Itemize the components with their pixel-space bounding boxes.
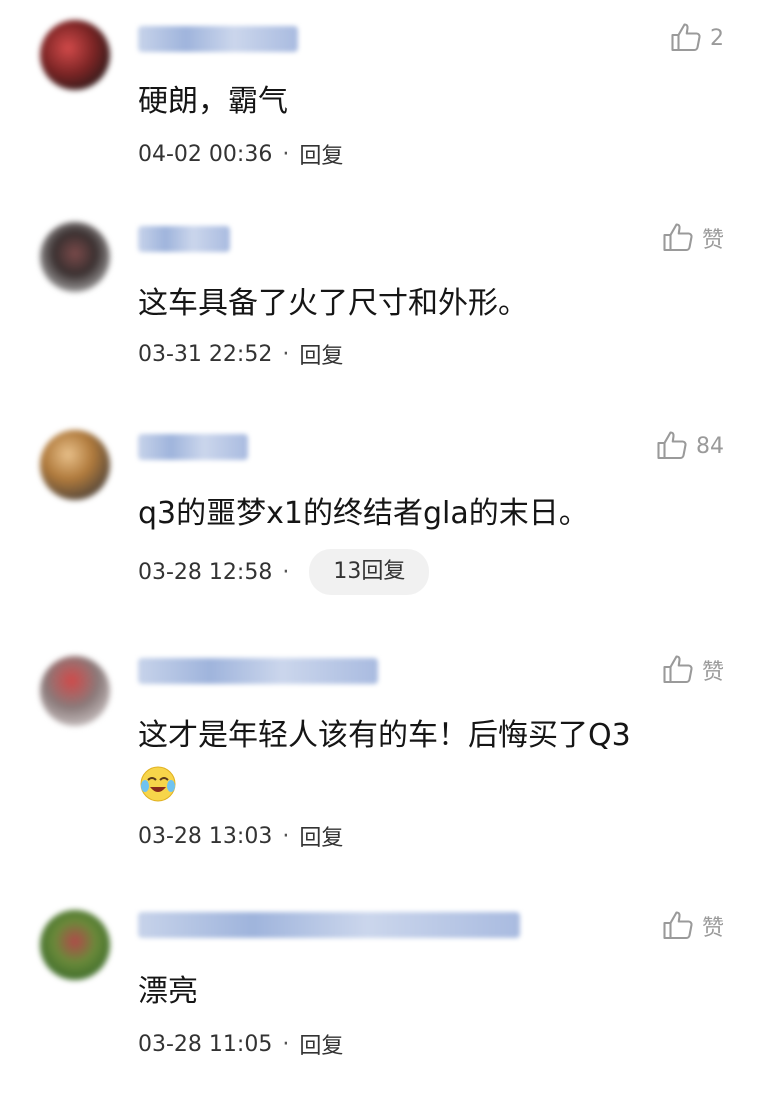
- avatar[interactable]: [40, 910, 110, 980]
- thumbs-up-icon: [671, 23, 701, 52]
- comment-text: 硬朗，霸气: [138, 84, 288, 119]
- separator-dot: ·: [282, 559, 290, 585]
- comment-time: 03-28 11:05: [138, 1031, 273, 1057]
- comment-time: 03-31 22:52: [138, 341, 273, 367]
- comment-item: 赞 这才是年轻人该有的车！后悔买了Q3 03-28 13:03 · 回复: [0, 640, 770, 880]
- avatar[interactable]: [40, 222, 110, 292]
- separator-dot: ·: [282, 341, 290, 367]
- comment-meta: 03-28 11:05 · 回复: [138, 1024, 343, 1064]
- username[interactable]: [138, 226, 230, 252]
- username[interactable]: [138, 434, 248, 460]
- comment-text: 这车具备了火了尺寸和外形。: [138, 286, 528, 321]
- like-button[interactable]: 赞: [660, 906, 724, 946]
- thumbs-up-icon: [663, 911, 693, 940]
- like-button[interactable]: 84: [654, 426, 724, 466]
- separator-dot: ·: [282, 1031, 290, 1057]
- comment-text: 这才是年轻人该有的车！后悔买了Q3: [138, 718, 631, 753]
- reply-button[interactable]: 回复: [299, 138, 343, 170]
- like-count: 2: [710, 25, 724, 51]
- comment-time: 03-28 12:58: [138, 559, 273, 585]
- thumbs-up-icon: [657, 431, 687, 460]
- reply-button[interactable]: 回复: [299, 820, 343, 852]
- comment-item: 赞 漂亮 03-28 11:05 · 回复: [0, 900, 770, 1096]
- comment-meta: 03-28 12:58 · 13回复: [138, 549, 430, 595]
- comment-time: 03-28 13:03: [138, 823, 273, 849]
- comment-text: 漂亮: [138, 974, 198, 1009]
- like-label: 赞: [701, 660, 724, 685]
- comment-time: 04-02 00:36: [138, 141, 273, 167]
- like-label: 赞: [701, 228, 724, 253]
- comment-item: 赞 这车具备了火了尺寸和外形。 03-31 22:52 · 回复: [0, 200, 770, 400]
- avatar[interactable]: [40, 430, 110, 500]
- like-count: 84: [696, 433, 724, 459]
- reply-button[interactable]: 回复: [299, 1028, 343, 1060]
- thumbs-up-icon: [663, 655, 693, 684]
- separator-dot: ·: [282, 823, 290, 849]
- comment-meta: 03-28 13:03 · 回复: [138, 816, 343, 856]
- avatar[interactable]: [40, 20, 110, 90]
- comment-meta: 03-31 22:52 · 回复: [138, 334, 343, 374]
- comment-text: q3的噩梦x1的终结者gla的末日。: [138, 496, 589, 531]
- comment-meta: 04-02 00:36 · 回复: [138, 134, 343, 174]
- username[interactable]: [138, 658, 378, 684]
- username[interactable]: [138, 26, 298, 52]
- comment-item: 2 硬朗，霸气 04-02 00:36 · 回复: [0, 0, 770, 200]
- thumbs-up-icon: [663, 223, 693, 252]
- like-button[interactable]: 赞: [660, 218, 724, 258]
- replies-count-button[interactable]: 13回复: [309, 549, 430, 595]
- reply-button[interactable]: 回复: [299, 338, 343, 370]
- like-label: 赞: [701, 916, 724, 941]
- crying-laughing-emoji: [138, 764, 178, 804]
- comment-item: 84 q3的噩梦x1的终结者gla的末日。 03-28 12:58 · 13回复: [0, 410, 770, 630]
- like-button[interactable]: 2: [668, 18, 724, 58]
- avatar[interactable]: [40, 656, 110, 726]
- like-button[interactable]: 赞: [660, 650, 724, 690]
- separator-dot: ·: [282, 141, 290, 167]
- username[interactable]: [138, 912, 520, 938]
